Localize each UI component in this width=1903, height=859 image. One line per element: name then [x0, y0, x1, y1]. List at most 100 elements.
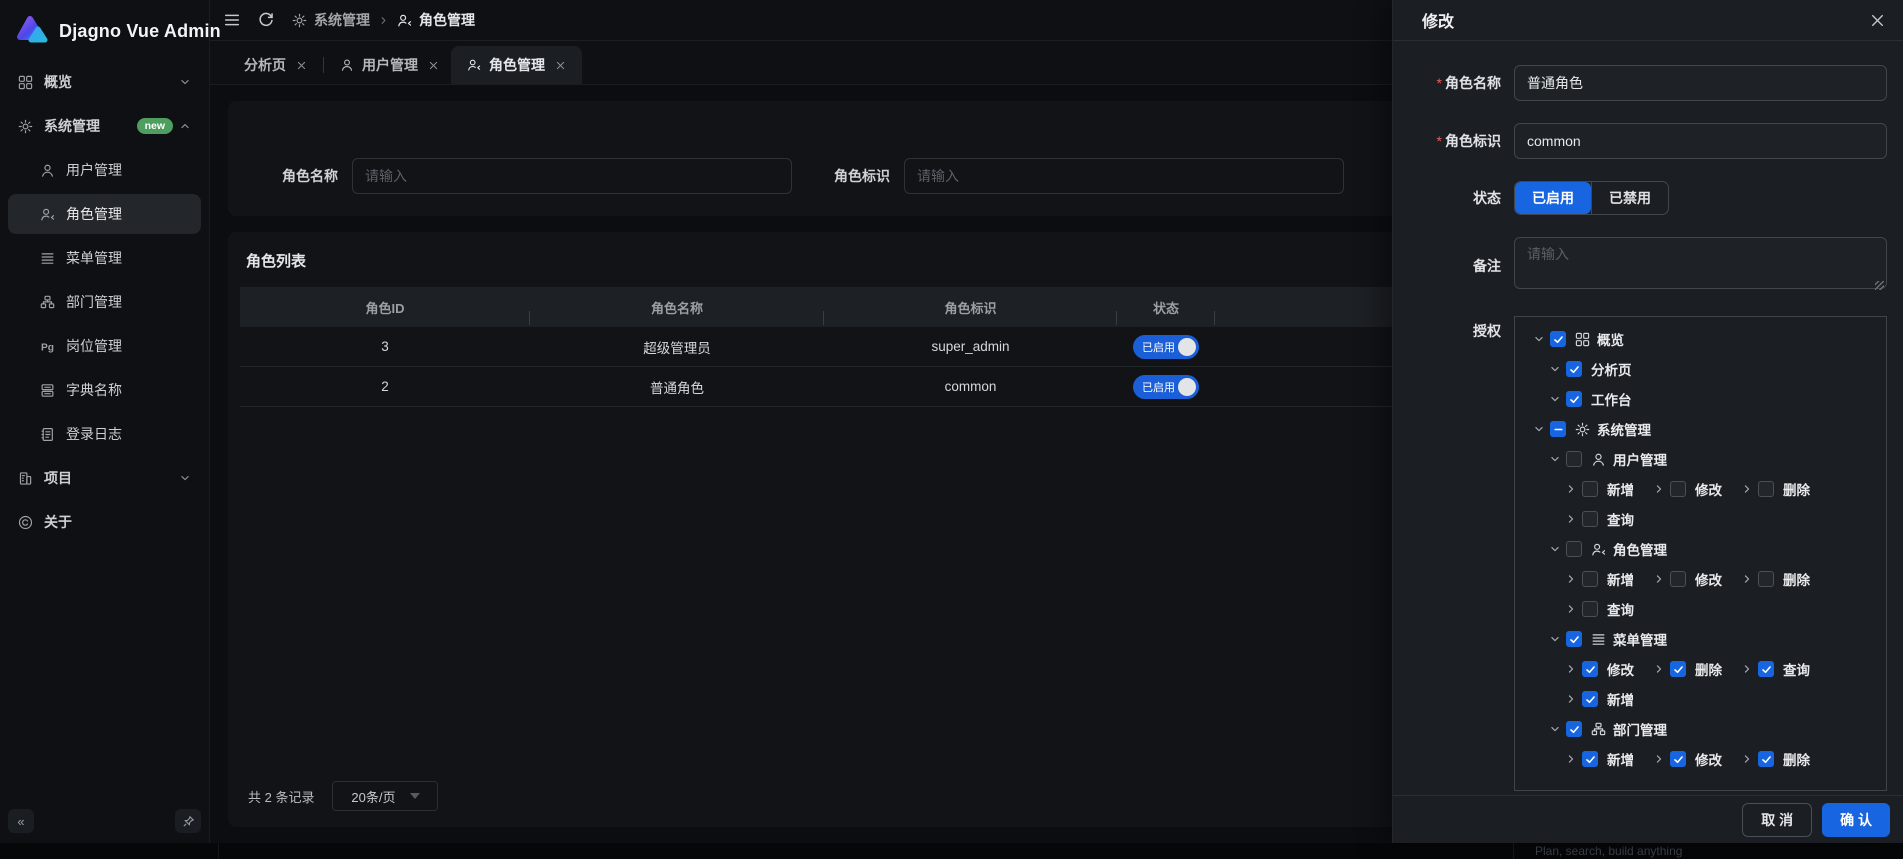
copyright-icon: [18, 515, 33, 530]
chevron-right-icon[interactable]: [1653, 483, 1665, 495]
tab-close-icon[interactable]: [555, 60, 566, 71]
tab-close-icon[interactable]: [296, 60, 307, 71]
chevron-right-icon[interactable]: [1741, 753, 1753, 765]
chevron-right-icon[interactable]: [1565, 693, 1577, 705]
checkbox-checked[interactable]: [1758, 661, 1774, 677]
sidebar-item-部门管理[interactable]: 部门管理: [8, 282, 201, 322]
checkbox-unchecked[interactable]: [1758, 481, 1774, 497]
checkbox-unchecked[interactable]: [1758, 571, 1774, 587]
status-disabled-option[interactable]: 已禁用: [1592, 182, 1668, 214]
checkbox-unchecked[interactable]: [1582, 511, 1598, 527]
chevron-right-icon[interactable]: [1565, 753, 1577, 765]
close-icon[interactable]: [1870, 13, 1885, 28]
checkbox-unchecked[interactable]: [1670, 571, 1686, 587]
resize-handle[interactable]: [1875, 281, 1884, 290]
chevron-down-icon[interactable]: [1549, 633, 1561, 645]
tab-close-icon[interactable]: [428, 60, 439, 71]
sidebar-item-角色管理[interactable]: 角色管理: [8, 194, 201, 234]
chevron-right-icon[interactable]: [1565, 603, 1577, 615]
sidebar-item-字典名称[interactable]: 字典名称: [8, 370, 201, 410]
sidebar-item-菜单管理[interactable]: 菜单管理: [8, 238, 201, 278]
dict-icon: [40, 383, 55, 398]
chevron-right-icon[interactable]: [1565, 663, 1577, 675]
sidebar-item-关于[interactable]: 关于: [8, 502, 201, 542]
sidebar-item-项目[interactable]: 项目: [8, 458, 201, 498]
page-size-select[interactable]: 20条/页: [332, 781, 438, 811]
checkbox-unchecked[interactable]: [1582, 571, 1598, 587]
chevron-right-icon[interactable]: [1653, 573, 1665, 585]
chevron-down-icon[interactable]: [1549, 363, 1561, 375]
tree-leaf-label: 查询: [1783, 659, 1810, 679]
sidebar-item-用户管理[interactable]: 用户管理: [8, 150, 201, 190]
chevron-down-icon[interactable]: [1549, 723, 1561, 735]
breadcrumb-item[interactable]: 系统管理: [292, 10, 370, 30]
status-toggle[interactable]: 已启用: [1133, 335, 1199, 359]
checkbox-checked[interactable]: [1670, 661, 1686, 677]
checkbox-checked[interactable]: [1582, 751, 1598, 767]
tab-分析页[interactable]: 分析页: [232, 46, 319, 84]
sidebar-item-label: 项目: [44, 468, 179, 488]
sidebar-collapse-button[interactable]: «: [8, 809, 34, 833]
chevron-down-icon[interactable]: [1549, 543, 1561, 555]
chevron-down-icon[interactable]: [1533, 333, 1545, 345]
checkbox-indeterminate[interactable]: [1550, 421, 1566, 437]
chevron-right-icon[interactable]: [1653, 663, 1665, 675]
status-enabled-option[interactable]: 已启用: [1515, 182, 1591, 214]
checkbox-checked[interactable]: [1566, 631, 1582, 647]
sidebar-item-系统管理[interactable]: 系统管理new: [8, 106, 201, 146]
confirm-button[interactable]: 确 认: [1822, 803, 1890, 837]
sidebar-pin-button[interactable]: [175, 809, 201, 833]
gear-icon: [292, 13, 307, 28]
tree-row: 分析页: [1515, 354, 1886, 384]
checkbox-unchecked[interactable]: [1566, 451, 1582, 467]
status-toggle[interactable]: 已启用: [1133, 375, 1199, 399]
remark-textarea[interactable]: [1514, 237, 1887, 289]
chevron-right-icon[interactable]: [1741, 663, 1753, 675]
drawer-title: 修改: [1422, 8, 1454, 32]
chevron-right-icon[interactable]: [1565, 573, 1577, 585]
chevron-down-icon[interactable]: [1549, 453, 1561, 465]
tree-leaf: 修改: [1653, 479, 1722, 499]
checkbox-unchecked[interactable]: [1582, 601, 1598, 617]
chevron-down-icon[interactable]: [1549, 393, 1561, 405]
checkbox-checked[interactable]: [1550, 331, 1566, 347]
sidebar-item-label: 关于: [44, 512, 191, 532]
org-icon: [1591, 722, 1606, 737]
search-field-role-name: 角色名称: [282, 135, 792, 216]
checkbox-unchecked[interactable]: [1670, 481, 1686, 497]
sidebar: Djagno Vue Admin 概览系统管理new用户管理角色管理菜单管理部门…: [0, 0, 210, 843]
tab-角色管理[interactable]: 角色管理: [451, 46, 582, 84]
checkbox-unchecked[interactable]: [1566, 541, 1582, 557]
sidebar-item-岗位管理[interactable]: Pg岗位管理: [8, 326, 201, 366]
checkbox-checked[interactable]: [1582, 691, 1598, 707]
role-code-input[interactable]: [904, 158, 1344, 194]
checkbox-checked[interactable]: [1582, 661, 1598, 677]
checkbox-checked[interactable]: [1566, 721, 1582, 737]
chevron-down-icon[interactable]: [1533, 423, 1545, 435]
checkbox-checked[interactable]: [1566, 361, 1582, 377]
strip-divider: [1513, 843, 1514, 859]
drawer-role-name-input[interactable]: [1514, 65, 1887, 101]
chevron-right-icon[interactable]: [1741, 573, 1753, 585]
breadcrumb-item[interactable]: 角色管理: [397, 10, 475, 30]
cancel-button[interactable]: 取 消: [1742, 803, 1812, 837]
chevron-right-icon[interactable]: [1653, 753, 1665, 765]
drawer-role-code-input[interactable]: [1514, 123, 1887, 159]
breadcrumb-label: 系统管理: [314, 10, 370, 30]
tab-label: 分析页: [244, 55, 286, 75]
role-name-input[interactable]: [352, 158, 792, 194]
sidebar-item-概览[interactable]: 概览: [8, 62, 201, 102]
checkbox-unchecked[interactable]: [1582, 481, 1598, 497]
chevron-right-icon[interactable]: [1565, 513, 1577, 525]
chevron-right-icon[interactable]: [1741, 483, 1753, 495]
menu-collapse-icon[interactable]: [224, 12, 240, 28]
checkbox-checked[interactable]: [1566, 391, 1582, 407]
sidebar-bottom-bar: «: [0, 805, 209, 837]
tree-row: 查询: [1515, 594, 1886, 624]
tab-用户管理[interactable]: 用户管理: [328, 46, 451, 84]
refresh-icon[interactable]: [258, 12, 274, 28]
sidebar-item-登录日志[interactable]: 登录日志: [8, 414, 201, 454]
chevron-right-icon[interactable]: [1565, 483, 1577, 495]
checkbox-checked[interactable]: [1670, 751, 1686, 767]
checkbox-checked[interactable]: [1758, 751, 1774, 767]
